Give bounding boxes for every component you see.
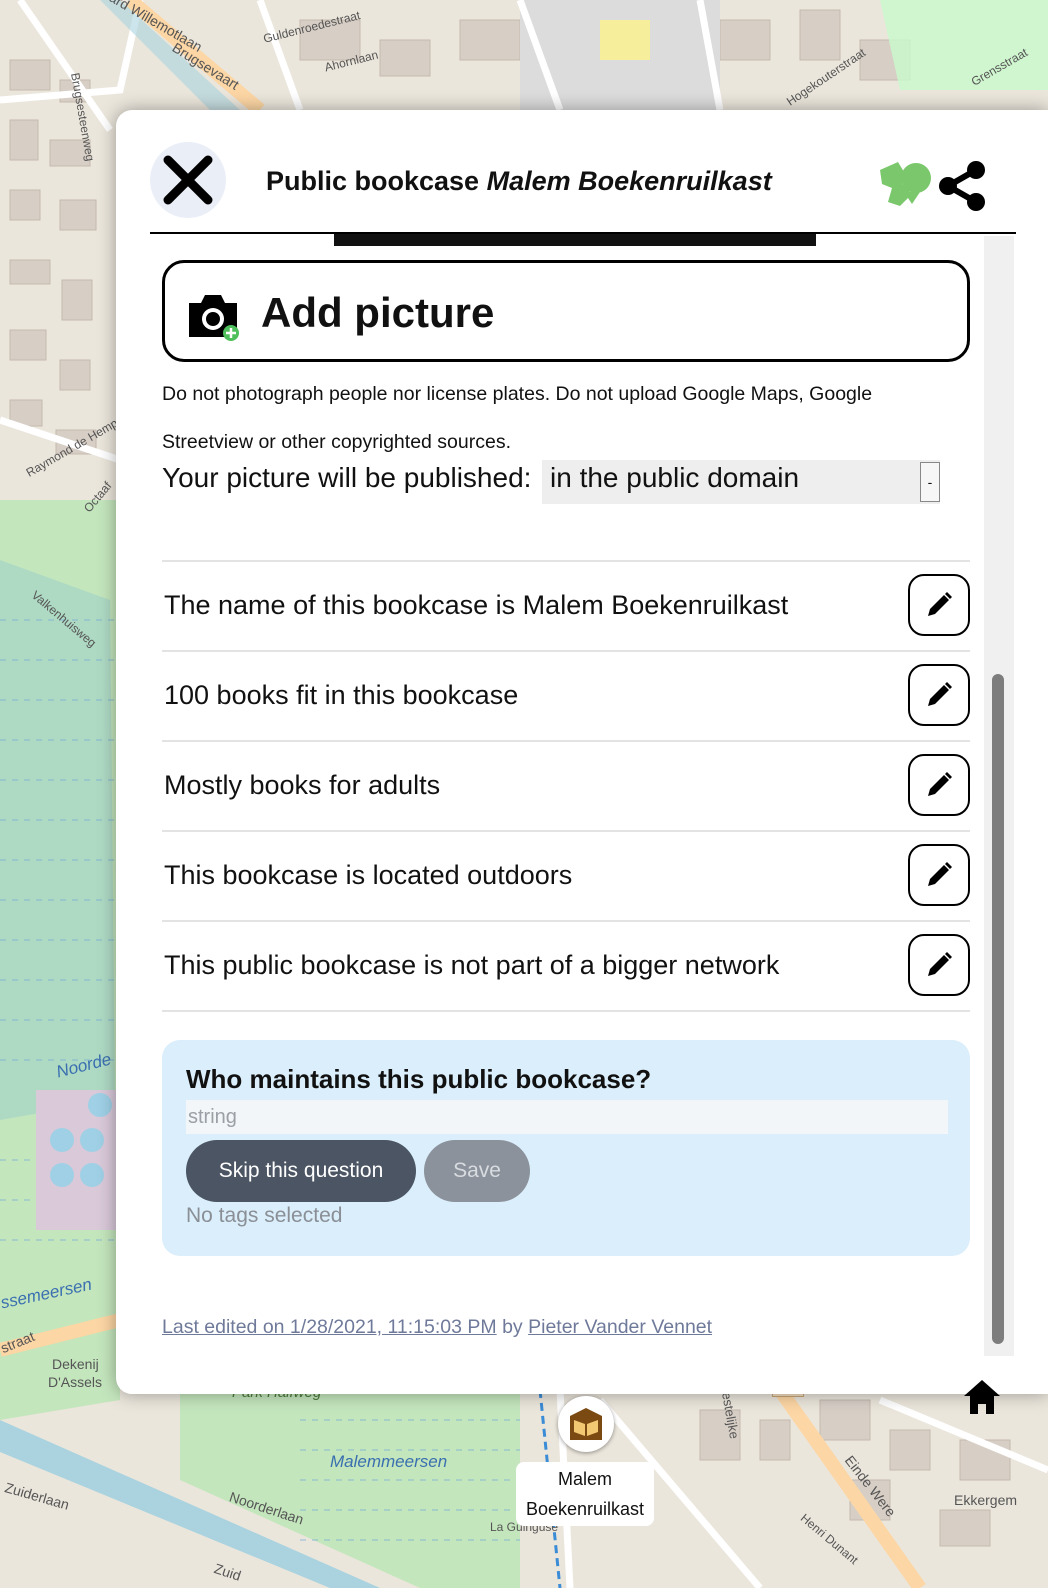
marker-label-line2: Boekenruilkast bbox=[525, 1499, 645, 1519]
last-edited-link[interactable]: Last edited on 1/28/2021, 11:15:03 PM bbox=[162, 1316, 497, 1338]
skip-question-button[interactable]: Skip this question bbox=[186, 1140, 416, 1202]
tag-row-location: This bookcase is located outdoors bbox=[162, 832, 970, 922]
operator-input[interactable] bbox=[186, 1100, 948, 1134]
popup-title: Public bookcase Malem Boekenruilkast bbox=[266, 166, 772, 197]
bookcase-marker[interactable] bbox=[558, 1396, 614, 1452]
tag-row-audience: Mostly books for adults bbox=[162, 742, 970, 832]
tag-row-capacity: 100 books fit in this bookcase bbox=[162, 652, 970, 742]
question-title: Who maintains this public bookcase? bbox=[186, 1064, 652, 1094]
marker-label[interactable]: Malem Boekenruilkast bbox=[516, 1462, 654, 1526]
book-icon bbox=[570, 1408, 602, 1440]
popup-title-name: Malem Boekenruilkast bbox=[486, 166, 772, 196]
save-button[interactable]: Save bbox=[424, 1140, 530, 1202]
last-edited-by: by bbox=[502, 1316, 523, 1338]
close-button[interactable] bbox=[150, 142, 226, 218]
tag-row-network: This public bookcase is not part of a bi… bbox=[162, 922, 970, 1012]
pencil-icon bbox=[928, 592, 952, 616]
close-icon bbox=[163, 155, 213, 205]
tag-text: This public bookcase is not part of a bi… bbox=[164, 950, 780, 980]
pencil-icon bbox=[928, 952, 952, 976]
pencil-icon bbox=[928, 862, 952, 886]
add-picture-button[interactable]: Add picture bbox=[162, 260, 970, 362]
home-icon[interactable] bbox=[960, 1376, 1004, 1420]
popup-title-prefix: Public bookcase bbox=[266, 166, 480, 196]
edit-audience-button[interactable] bbox=[908, 754, 970, 816]
picture-warning: Do not photograph people nor license pla… bbox=[162, 383, 873, 453]
edit-network-button[interactable] bbox=[908, 934, 970, 996]
last-edited: Last edited on 1/28/2021, 11:15:03 PM by… bbox=[162, 1316, 712, 1339]
license-value: in the public domain bbox=[550, 462, 800, 493]
no-tags-text: No tags selected bbox=[186, 1204, 343, 1227]
license-row: Your picture will be published: in the p… bbox=[162, 460, 952, 504]
map-label-ekkergem: Ekkergem bbox=[954, 1492, 1018, 1508]
tag-list: The name of this bookcase is Malem Boeke… bbox=[162, 560, 970, 1012]
share-icon[interactable] bbox=[934, 158, 990, 214]
license-label: Your picture will be published: bbox=[162, 462, 532, 493]
tag-row-name: The name of this bookcase is Malem Boeke… bbox=[162, 562, 970, 652]
dropdown-arrow-icon: - bbox=[920, 462, 940, 502]
map-label-dekenij: Dekenij bbox=[52, 1356, 99, 1372]
author-link[interactable]: Pieter Vander Vennet bbox=[528, 1316, 712, 1338]
map-label-malemmeersen: Malemmeersen bbox=[330, 1452, 448, 1471]
popup-header: Public bookcase Malem Boekenruilkast bbox=[150, 130, 1016, 234]
tag-text: The name of this bookcase is Malem Boeke… bbox=[164, 590, 789, 620]
edit-capacity-button[interactable] bbox=[908, 664, 970, 726]
add-picture-label: Add picture bbox=[261, 289, 495, 336]
tag-text: 100 books fit in this bookcase bbox=[164, 680, 519, 710]
edit-name-button[interactable] bbox=[908, 574, 970, 636]
pencil-icon bbox=[928, 682, 952, 706]
tag-text: Mostly books for adults bbox=[164, 770, 441, 800]
edit-location-button[interactable] bbox=[908, 844, 970, 906]
camera-plus-icon bbox=[189, 295, 239, 341]
image-preview[interactable] bbox=[334, 234, 816, 246]
map-label-dassels: D'Assels bbox=[48, 1374, 103, 1390]
pencil-icon bbox=[928, 772, 952, 796]
question-box: Who maintains this public bookcase? Skip… bbox=[162, 1040, 970, 1256]
scrollbar-thumb[interactable] bbox=[992, 674, 1004, 1344]
tag-text: This bookcase is located outdoors bbox=[164, 860, 573, 890]
feature-popup: Public bookcase Malem Boekenruilkast Add… bbox=[116, 110, 1048, 1394]
theme-logo-icon[interactable] bbox=[876, 158, 934, 210]
marker-label-line1: Malem bbox=[557, 1469, 612, 1489]
license-select[interactable]: in the public domain - bbox=[542, 460, 940, 504]
